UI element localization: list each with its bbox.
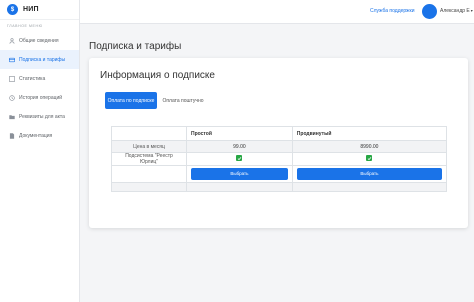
table-row: Подсистема "Реестр Юрлиц" — [111, 152, 448, 166]
support-link[interactable]: Служба поддержки — [370, 8, 415, 14]
empty-cell — [291, 182, 448, 192]
brand[interactable]: $ НИП — [0, 0, 79, 20]
price-label: Цена в месяц — [111, 140, 187, 153]
user-name: Александр Е — [440, 8, 470, 14]
sidebar-item-docs[interactable]: Документация — [0, 126, 79, 145]
table-header-simple: Простой — [186, 126, 293, 141]
sidebar-item-label: Статистика — [19, 75, 46, 82]
menu-heading: ГЛАВНОЕ МЕНЮ — [7, 24, 43, 28]
brand-name: НИП — [23, 6, 39, 13]
card-icon — [9, 57, 15, 63]
sidebar-item-history[interactable]: История операций — [0, 88, 79, 107]
sidebar-item-label: Общие сведения — [19, 37, 59, 44]
subscription-card: Информация о подписке Оплата по подписке… — [89, 58, 468, 228]
check-icon — [366, 155, 373, 162]
empty-cell — [111, 165, 187, 183]
tab-subscription-payment[interactable]: Оплата по подписке — [105, 92, 157, 109]
select-advanced-button[interactable]: Выбрать — [296, 168, 442, 180]
table-header-empty — [111, 126, 187, 141]
chevron-down-icon: ▾ — [470, 8, 473, 13]
sidebar: $ НИП ГЛАВНОЕ МЕНЮ Общие сведения Подпис… — [0, 0, 80, 302]
sidebar-item-statistics[interactable]: Статистика — [0, 69, 79, 88]
subsystem-simple-cell — [186, 152, 293, 166]
user-menu[interactable]: Александр Е▾ — [440, 8, 473, 14]
history-icon — [9, 94, 15, 101]
table-row — [111, 182, 448, 192]
card-title: Информация о подписке — [100, 70, 215, 81]
sidebar-item-label: Документация — [19, 132, 53, 139]
price-simple: 99.00 — [186, 140, 293, 153]
topbar: Служба поддержки Александр Е▾ — [80, 0, 474, 24]
sidebar-item-requisites[interactable]: Реквизиты для акта — [0, 107, 79, 126]
page-title: Подписка и тарифы — [89, 41, 182, 52]
avatar[interactable] — [422, 4, 437, 19]
table-header-row: Простой Продвинутый — [111, 126, 448, 141]
empty-cell — [111, 182, 187, 192]
document-icon — [9, 132, 15, 139]
tab-per-item-payment[interactable]: Оплата поштучно — [159, 92, 207, 109]
sidebar-item-label: Подписка и тарифы — [19, 56, 66, 63]
table-header-advanced: Продвинутый — [291, 126, 448, 141]
folder-icon — [9, 114, 15, 120]
sidebar-item-label: История операций — [19, 94, 63, 101]
sidebar-item-subscription[interactable]: Подписка и тарифы — [0, 50, 79, 69]
user-icon — [9, 37, 15, 44]
sidebar-item-label: Реквизиты для акта — [19, 113, 65, 120]
brand-logo-icon: $ — [7, 4, 18, 15]
select-simple-button[interactable]: Выбрать — [191, 168, 288, 180]
select-advanced-cell: Выбрать — [291, 165, 448, 183]
check-icon — [236, 155, 243, 162]
stats-icon — [9, 75, 15, 82]
subsystem-label: Подсистема "Реестр Юрлиц" — [111, 152, 187, 166]
subsystem-advanced-cell — [291, 152, 448, 166]
sidebar-item-general[interactable]: Общие сведения — [0, 31, 79, 50]
table-row: Выбрать Выбрать — [111, 165, 448, 183]
price-advanced: 8990.00 — [291, 140, 448, 153]
empty-cell — [186, 182, 293, 192]
table-row: Цена в месяц 99.00 8990.00 — [111, 140, 448, 153]
select-simple-cell: Выбрать — [186, 165, 293, 183]
tariff-table: Простой Продвинутый Цена в месяц 99.00 8… — [111, 126, 448, 192]
